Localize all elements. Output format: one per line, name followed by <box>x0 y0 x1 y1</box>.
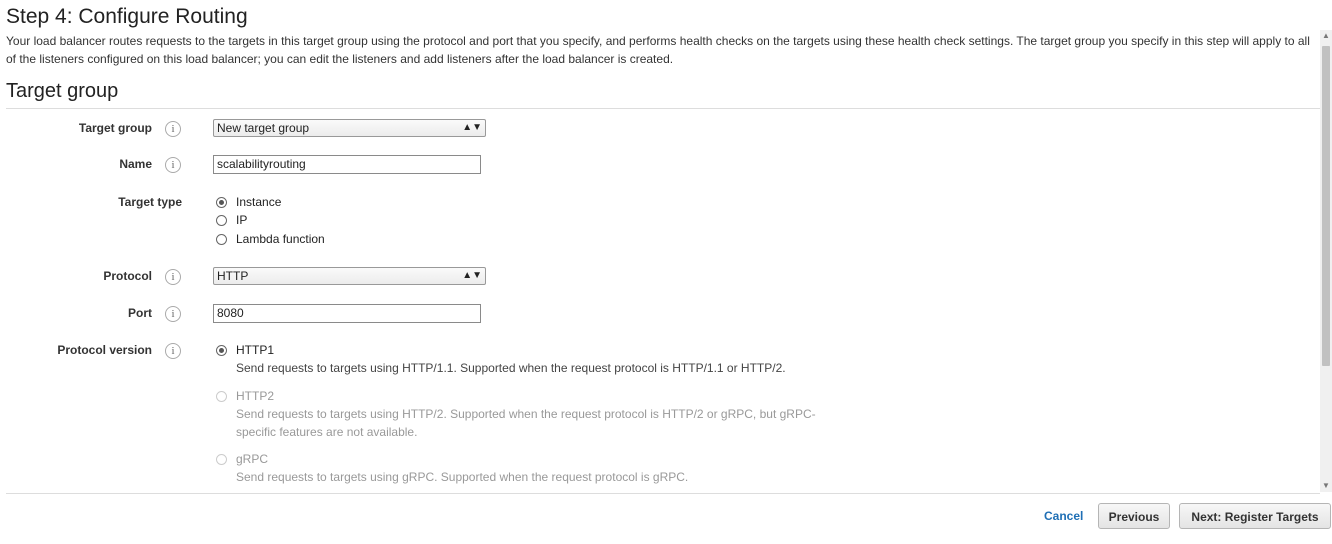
info-icon[interactable]: i <box>165 306 181 322</box>
page-title: Step 4: Configure Routing <box>6 5 248 28</box>
protocol-version-http1-radio[interactable] <box>216 345 227 356</box>
scrollbar-thumb[interactable] <box>1322 46 1330 366</box>
next-register-targets-button[interactable]: Next: Register Targets <box>1179 503 1331 529</box>
protocol-label: Protocol <box>103 269 152 283</box>
protocol-version-grpc-radio <box>216 454 227 465</box>
port-label: Port <box>128 306 152 320</box>
protocol-select[interactable]: HTTP ▲▼ <box>213 267 486 285</box>
cancel-link[interactable]: Cancel <box>1044 509 1083 523</box>
target-type-lambda-radio[interactable] <box>216 234 227 245</box>
target-type-ip-radio[interactable] <box>216 215 227 226</box>
protocol-value: HTTP <box>217 269 249 283</box>
protocol-version-http2-desc: Send requests to targets using HTTP/2. S… <box>236 407 816 439</box>
protocol-version-http1-desc: Send requests to targets using HTTP/1.1.… <box>236 361 786 375</box>
target-type-instance-label[interactable]: Instance <box>236 195 281 209</box>
section-divider <box>6 108 1320 109</box>
port-input[interactable] <box>213 304 481 323</box>
info-icon[interactable]: i <box>165 343 181 359</box>
footer-divider <box>6 493 1320 494</box>
target-type-instance-radio[interactable] <box>216 197 227 208</box>
info-icon[interactable]: i <box>165 121 181 137</box>
protocol-version-label: Protocol version <box>57 343 152 357</box>
scroll-down-arrow-icon[interactable]: ▼ <box>1320 480 1332 492</box>
info-icon[interactable]: i <box>165 157 181 173</box>
name-input[interactable] <box>213 155 481 174</box>
scroll-up-arrow-icon[interactable]: ▲ <box>1320 30 1332 42</box>
target-group-value: New target group <box>217 121 310 135</box>
protocol-version-grpc-label: gRPC <box>236 452 269 466</box>
protocol-version-http2-label: HTTP2 <box>236 389 275 403</box>
intro-text: Your load balancer routes requests to th… <box>6 34 1310 66</box>
protocol-version-http2-radio <box>216 391 227 402</box>
vertical-scrollbar[interactable]: ▲ ▼ <box>1320 30 1332 492</box>
dropdown-arrow-icon: ▲▼ <box>462 122 482 133</box>
info-icon[interactable]: i <box>165 269 181 285</box>
section-title: Target group <box>6 80 119 102</box>
protocol-version-grpc-desc: Send requests to targets using gRPC. Sup… <box>236 470 689 484</box>
name-label: Name <box>119 157 152 171</box>
target-type-label: Target type <box>118 195 182 209</box>
dropdown-arrow-icon: ▲▼ <box>462 270 482 281</box>
target-group-label: Target group <box>78 121 152 135</box>
target-group-select[interactable]: New target group ▲▼ <box>213 119 486 137</box>
target-type-ip-label[interactable]: IP <box>236 213 247 227</box>
target-type-lambda-label[interactable]: Lambda function <box>236 232 325 246</box>
protocol-version-http1-label[interactable]: HTTP1 <box>236 343 274 357</box>
previous-button[interactable]: Previous <box>1098 503 1170 529</box>
